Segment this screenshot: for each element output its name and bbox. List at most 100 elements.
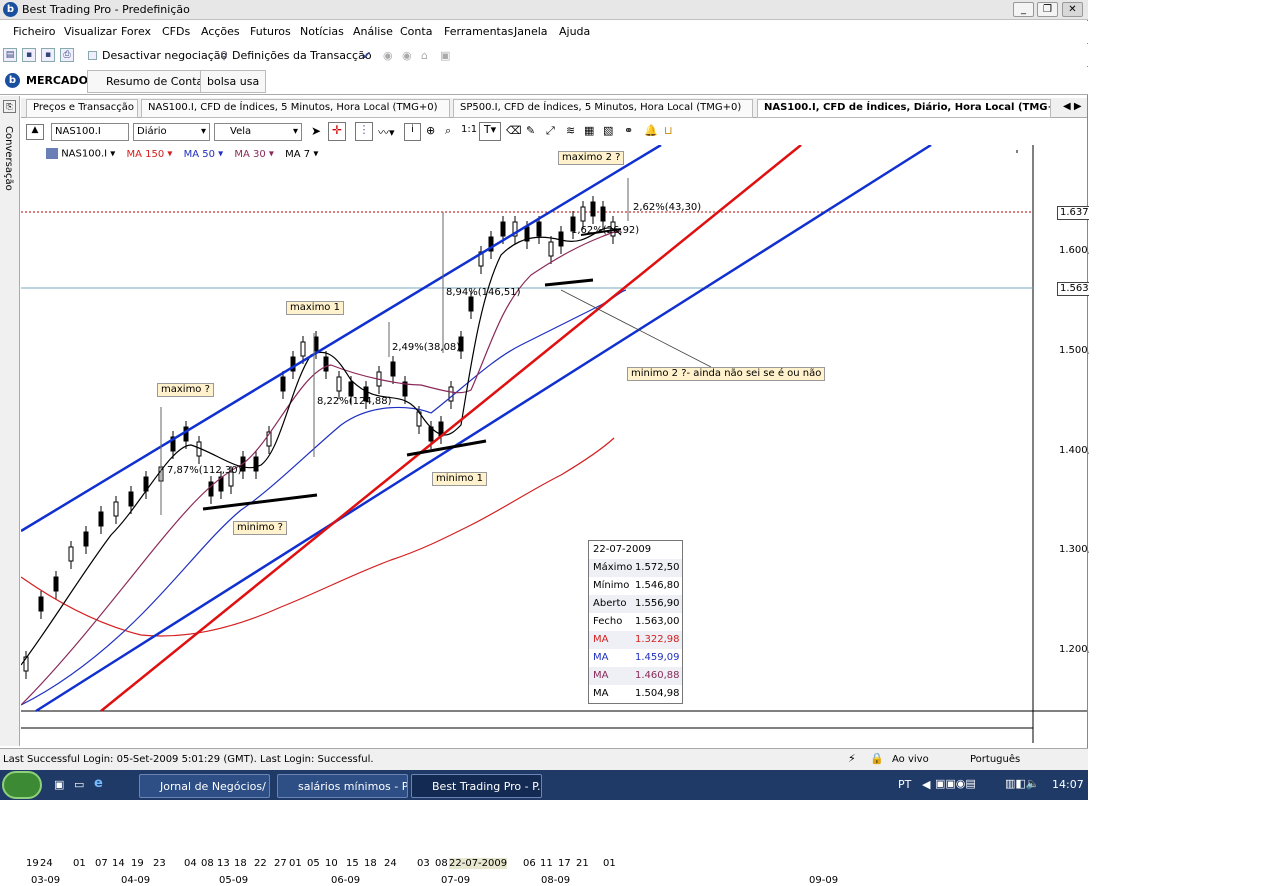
symbol-input[interactable]: NAS100.I <box>51 123 129 141</box>
crosshair-tool-icon[interactable]: ✛ <box>328 122 346 141</box>
show-desktop-icon[interactable]: ▣ <box>54 778 64 791</box>
save-icon[interactable]: ▪ <box>22 48 36 62</box>
tab-nas100-daily[interactable]: NAS100.I, CFD de Índices, Diário, Hora L… <box>757 99 1051 118</box>
conversation-sidebar[interactable]: ⎘ Conversação <box>0 96 20 746</box>
deactivate-trading-button[interactable]: Desactivar negociação <box>102 49 227 62</box>
input-language[interactable]: PT <box>898 778 911 791</box>
open-icon[interactable]: ▤ <box>3 48 17 62</box>
print-icon[interactable]: ⎙ <box>60 48 74 62</box>
refresh-icon[interactable]: ▣ <box>440 49 450 62</box>
annotation-min2: minimo 2 ?- ainda não sei se é ou não <box>627 367 826 381</box>
network-volume-icon[interactable]: ▥◧🔈 <box>1005 777 1039 790</box>
ie-icon[interactable]: e <box>94 776 103 791</box>
tab-precos-transaccao[interactable]: Preços e Transacção <box>26 99 138 118</box>
menu-ajuda[interactable]: Ajuda <box>559 25 590 38</box>
language-status[interactable]: Português <box>970 754 1020 765</box>
tray-arrow-icon[interactable]: ◀ <box>922 778 930 791</box>
chart-type-select[interactable]: Vela ▾ <box>214 123 302 141</box>
menu-cfds[interactable]: CFDs <box>162 25 190 38</box>
menu-forex[interactable]: Forex <box>121 25 151 38</box>
forward-icon[interactable]: ◉ <box>402 49 412 62</box>
period-value: Diário <box>137 126 167 137</box>
transaction-settings-button[interactable]: Definições da Transacção <box>232 49 372 62</box>
one-to-one-icon[interactable]: 1:1 <box>461 124 477 135</box>
chat-icon[interactable]: ⎘ <box>3 100 16 113</box>
save-all-icon[interactable]: ▪ <box>41 48 55 62</box>
search-icon[interactable]: ⌕ <box>445 124 451 138</box>
data-window-row: MA 1.322,98 <box>589 631 682 649</box>
menu-noticias[interactable]: Notícias <box>300 25 344 38</box>
row-value: 1.322,98 <box>635 634 680 645</box>
check-icon[interactable]: ✔ <box>362 49 371 62</box>
legend-ma7[interactable]: MA 7 <box>285 149 310 160</box>
draw-icon[interactable]: ✎ <box>526 124 535 137</box>
candle-body <box>468 296 474 312</box>
cursor-tool-icon[interactable]: ➤ <box>311 124 321 138</box>
x-tick-label: 18 <box>234 858 247 869</box>
task-best-trading[interactable]: Best Trading Pro - P... <box>411 774 542 798</box>
menu-accoes[interactable]: Acções <box>201 25 240 38</box>
text-tool-icon[interactable]: T▾ <box>479 122 501 141</box>
chart-tabs: Preços e Transacção NAS100.I, CFD de Índ… <box>21 98 1087 118</box>
period-select[interactable]: Diário ▾ <box>133 123 210 141</box>
legend-symbol[interactable]: NAS100.I <box>61 149 107 160</box>
grid-tool-icon[interactable]: ⋮ <box>355 122 373 141</box>
menu-ficheiro[interactable]: Ficheiro <box>13 25 55 38</box>
chart-area[interactable]: maximo 2 ? maximo 1 maximo ? minimo 1 mi… <box>21 145 1108 886</box>
link-icon[interactable]: ⚭ <box>624 124 633 137</box>
x-tick-label: 22-07-2009 <box>449 858 508 869</box>
close-button[interactable]: ✕ <box>1062 2 1083 17</box>
legend-ma150[interactable]: MA 150 <box>126 149 164 160</box>
task-salarios[interactable]: salários mínimos - P... <box>277 774 408 798</box>
login-status: Last Successful Login: 05-Set-2009 5:01:… <box>3 754 374 765</box>
eraser-icon[interactable]: ⌫ <box>506 124 522 137</box>
start-button[interactable] <box>2 771 42 799</box>
x-tick-label: 17 <box>558 858 571 869</box>
zoom-in-icon[interactable]: ⊕ <box>426 124 435 137</box>
x-tick-label: 18 <box>364 858 377 869</box>
candle-body <box>600 206 606 222</box>
home-icon[interactable]: ⌂ <box>421 49 428 62</box>
candle-body <box>253 456 259 472</box>
tab-resumo-conta[interactable]: Resumo de Conta <box>87 70 211 93</box>
row-label: Aberto <box>593 598 627 609</box>
legend-ma30[interactable]: MA 30 <box>234 149 265 160</box>
pin-icon: ⚲ <box>220 49 229 62</box>
row-value: 1.563,00 <box>635 616 680 627</box>
tab-sp500-5min[interactable]: SP500.I, CFD de Índices, 5 Minutos, Hora… <box>453 99 753 118</box>
collapse-icon[interactable]: ▲ <box>26 124 44 140</box>
expand-icon[interactable]: ⤢ <box>546 124 555 138</box>
x-month-label: 07-09 <box>441 875 471 886</box>
magnet-icon[interactable]: ⊔ <box>664 124 673 137</box>
measure-label-5: 8,22%(124,88) <box>317 396 392 407</box>
measure-label-3: 8,94%(146,51) <box>446 287 521 298</box>
menu-ferramentas[interactable]: Ferramentas <box>444 25 513 38</box>
properties-icon[interactable]: ▧ <box>603 124 613 137</box>
menu-futuros[interactable]: Futuros <box>250 25 291 38</box>
x-month-label: 05-09 <box>219 875 249 886</box>
row-value: 1.556,90 <box>635 598 680 609</box>
menu-conta[interactable]: Conta <box>400 25 432 38</box>
menu-analise[interactable]: Análise <box>353 25 393 38</box>
tab-bolsa-usa[interactable]: bolsa usa <box>200 70 267 93</box>
x-month-label: 04-09 <box>121 875 151 886</box>
fibonacci-icon[interactable]: ≋ <box>566 124 575 137</box>
tab-scroll-arrows-icon[interactable]: ◀ ▶ <box>1063 101 1082 112</box>
menu-visualizar[interactable]: Visualizar <box>64 25 117 38</box>
legend-ma50[interactable]: MA 50 <box>184 149 215 160</box>
tab-nas100-5min[interactable]: NAS100.I, CFD de Índices, 5 Minutos, Hor… <box>141 99 450 118</box>
indicator-tool-icon[interactable]: 〰▾ <box>378 124 395 140</box>
menu-janela[interactable]: Janela <box>514 25 548 38</box>
tray-icons[interactable]: ▣▣◉▤ <box>935 777 976 790</box>
back-icon[interactable]: ◉ <box>383 49 393 62</box>
alert-bell-icon[interactable]: 🔔 <box>644 124 658 137</box>
row-label: Fecho <box>593 616 623 627</box>
task-jornal[interactable]: Jornal de Negócios/ ... <box>139 774 270 798</box>
price-chart[interactable] <box>21 145 1087 743</box>
info-tool-icon[interactable]: i <box>404 123 421 141</box>
minimize-button[interactable]: _ <box>1013 2 1034 17</box>
template-icon[interactable]: ▦ <box>584 124 594 137</box>
menu-bar: Ficheiro Visualizar Forex CFDs Acções Fu… <box>0 21 1088 43</box>
maximize-button[interactable]: ❐ <box>1037 2 1058 17</box>
explorer-icon[interactable]: ▭ <box>74 778 84 791</box>
